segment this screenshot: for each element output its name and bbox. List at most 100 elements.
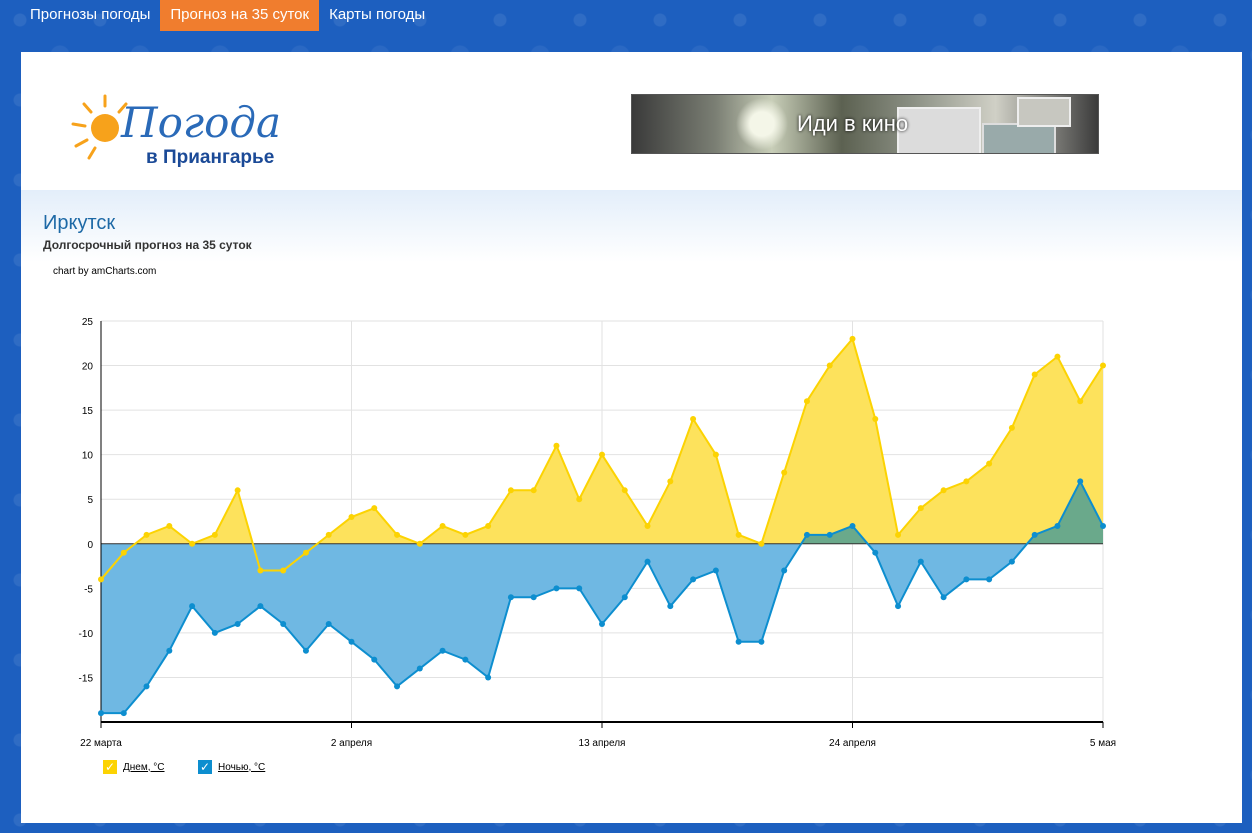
day-point (986, 460, 993, 467)
night-point (917, 558, 924, 565)
night-point (576, 585, 583, 592)
day-point (826, 362, 833, 369)
night-point (325, 620, 332, 627)
night-point (553, 585, 560, 592)
day-point (325, 531, 332, 538)
night-point (758, 638, 765, 645)
legend-label-day: Днем, °C (123, 761, 165, 773)
checkbox-icon[interactable]: ✓ (198, 760, 212, 774)
night-point (1100, 522, 1106, 529)
day-point (781, 469, 788, 476)
night-point (348, 638, 355, 645)
y-tick-label: 0 (87, 540, 93, 551)
day-point (758, 540, 765, 547)
day-point (803, 398, 810, 405)
y-tick-label: 25 (82, 317, 94, 328)
night-point (485, 674, 492, 681)
day-point (439, 522, 446, 529)
day-point (416, 540, 423, 547)
day-point (530, 487, 537, 494)
night-point (257, 603, 264, 610)
night-point (143, 683, 150, 690)
y-tick-label: 20 (82, 362, 94, 373)
night-point (1031, 531, 1038, 538)
night-point (895, 603, 902, 610)
night-point (439, 647, 446, 654)
night-point (507, 594, 514, 601)
legend-item-day[interactable]: ✓ Днем, °C (103, 758, 165, 776)
x-tick-label: 24 апреля (829, 738, 876, 749)
y-tick-label: -5 (84, 584, 93, 595)
day-point (507, 487, 514, 494)
day-point (917, 505, 924, 512)
night-point (98, 710, 104, 717)
day-point (302, 549, 309, 556)
night-point (1054, 522, 1061, 529)
night-point (166, 647, 173, 654)
night-point (371, 656, 378, 663)
night-point (1077, 478, 1084, 485)
night-point (986, 576, 993, 583)
day-point (348, 514, 355, 521)
y-tick-label: -10 (79, 629, 94, 640)
y-tick-label: 10 (82, 451, 94, 462)
day-point (576, 496, 583, 503)
night-point (803, 531, 810, 538)
night-point (530, 594, 537, 601)
day-point (280, 567, 287, 574)
day-point (1100, 362, 1106, 369)
night-point (120, 710, 127, 717)
night-point (826, 531, 833, 538)
y-tick-label: 15 (82, 406, 94, 417)
night-point (690, 576, 697, 583)
night-point (735, 638, 742, 645)
day-point (371, 505, 378, 512)
night-point (849, 522, 856, 529)
day-point (120, 549, 127, 556)
content-panel: Погода в Приангарье Иди в кино Иркутск Д… (21, 52, 1242, 823)
day-point (98, 576, 104, 583)
day-point (189, 540, 196, 547)
day-point (895, 531, 902, 538)
day-point (644, 522, 651, 529)
night-point (302, 647, 309, 654)
night-point (599, 620, 605, 627)
legend-item-night[interactable]: ✓ Ночью, °C (198, 758, 265, 776)
day-point (143, 531, 150, 538)
top-nav: Прогнозы погоды Прогноз на 35 суток Карт… (20, 0, 435, 31)
day-point (462, 531, 469, 538)
day-point (940, 487, 947, 494)
nav-item-weather-maps[interactable]: Карты погоды (319, 0, 435, 31)
night-point (211, 629, 218, 636)
night-point (621, 594, 628, 601)
x-tick-label: 5 мая (1090, 738, 1116, 749)
day-point (553, 442, 560, 449)
night-point (189, 603, 196, 610)
night-point (644, 558, 651, 565)
day-point (1077, 398, 1084, 405)
night-point (963, 576, 970, 583)
x-tick-label: 13 апреля (579, 738, 626, 749)
checkbox-icon[interactable]: ✓ (103, 760, 117, 774)
temperature-chart: 25 20 15 10 5 0 -5 -10 -15 22 марта 2 апреля 13 апр… (79, 317, 1117, 749)
x-tick-label: 22 марта (80, 738, 122, 749)
nav-item-35-day-forecast[interactable]: Прогноз на 35 суток (160, 0, 320, 31)
x-tick-label: 2 апреля (331, 738, 372, 749)
night-point (712, 567, 719, 574)
night-point (280, 620, 287, 627)
day-point (1031, 371, 1038, 378)
day-point (1008, 424, 1015, 431)
night-point (940, 594, 947, 601)
day-point (211, 531, 218, 538)
day-point (394, 531, 401, 538)
day-point (735, 531, 742, 538)
day-point (849, 335, 856, 342)
y-tick-label: -15 (79, 673, 94, 684)
night-point (234, 620, 241, 627)
night-point (394, 683, 401, 690)
night-point (781, 567, 788, 574)
day-point (712, 451, 719, 458)
nav-item-forecasts[interactable]: Прогнозы погоды (20, 0, 160, 31)
day-point (872, 416, 879, 423)
day-point (667, 478, 674, 485)
